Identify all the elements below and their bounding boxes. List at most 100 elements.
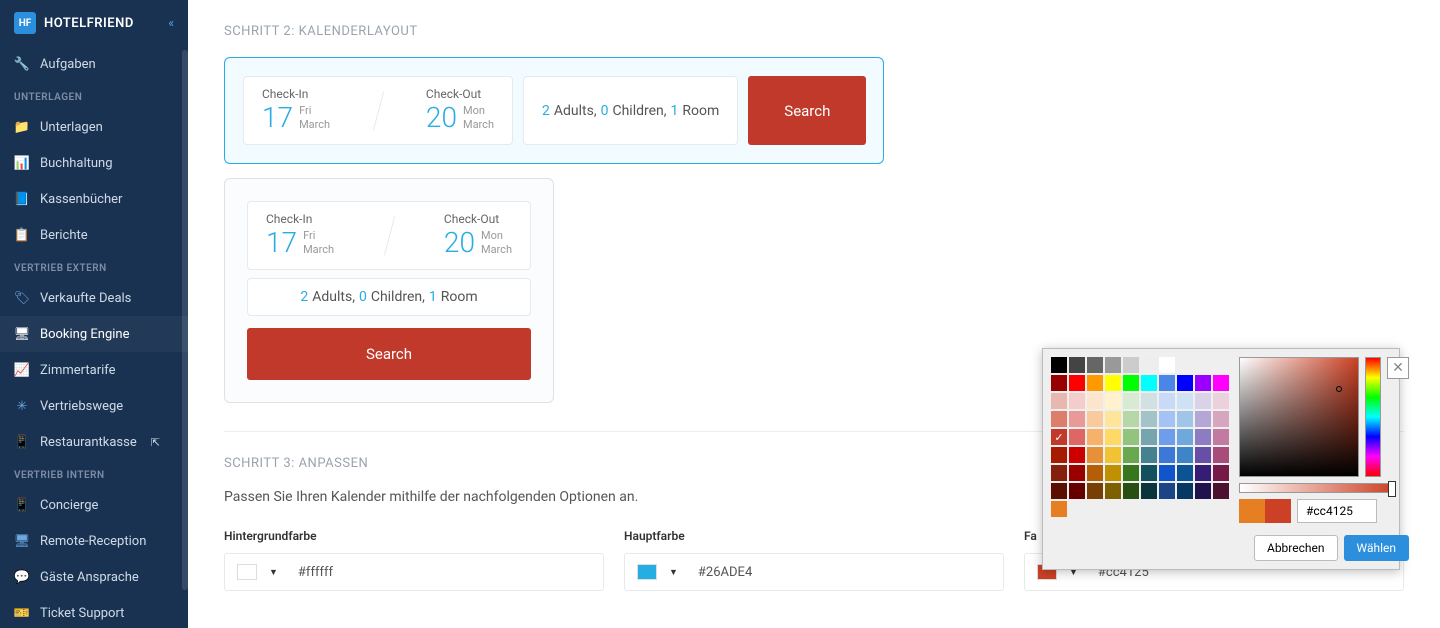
palette-cell[interactable] [1051, 465, 1067, 481]
guest-selector[interactable]: 2 Adults, 0 Children, 1 Room [523, 76, 738, 145]
palette-cell[interactable] [1159, 447, 1175, 463]
palette-cell[interactable] [1087, 465, 1103, 481]
palette-cell[interactable] [1141, 465, 1157, 481]
palette-cell[interactable] [1123, 465, 1139, 481]
sidebar-item-ticket-support[interactable]: 🎫Ticket Support [0, 595, 188, 628]
palette-cell[interactable] [1105, 465, 1121, 481]
palette-cell[interactable] [1195, 411, 1211, 427]
hue-slider[interactable] [1365, 357, 1381, 477]
sidebar-item-restaurantkasse[interactable]: 📱Restaurantkasse⇱ [0, 424, 188, 460]
sidebar-item-gaeste-ansprache[interactable]: 💬Gäste Ansprache [0, 559, 188, 595]
palette-cell[interactable] [1195, 375, 1211, 391]
palette-cell[interactable] [1123, 393, 1139, 409]
palette-cell[interactable] [1177, 447, 1193, 463]
palette-cell[interactable] [1177, 411, 1193, 427]
search-button[interactable]: Search [748, 76, 866, 145]
palette-cell[interactable] [1141, 357, 1157, 373]
palette-cell[interactable] [1105, 411, 1121, 427]
palette-cell[interactable] [1123, 483, 1139, 499]
palette-cell[interactable] [1141, 393, 1157, 409]
close-icon[interactable]: ✕ [1387, 357, 1409, 379]
palette-cell[interactable] [1087, 357, 1103, 373]
palette-cell[interactable] [1069, 465, 1085, 481]
sidebar-item-buchhaltung[interactable]: 📊Buchhaltung [0, 145, 188, 181]
hex-input[interactable] [1297, 499, 1377, 523]
palette-cell[interactable] [1213, 429, 1229, 445]
palette-cell[interactable] [1051, 429, 1067, 445]
sidebar-item-unterlagen[interactable]: 📁Unterlagen [0, 109, 188, 145]
palette-cell[interactable] [1213, 411, 1229, 427]
palette-cell[interactable] [1195, 465, 1211, 481]
palette-cell[interactable] [1069, 357, 1085, 373]
sidebar-item-booking-engine[interactable]: 🖥Booking Engine [0, 316, 188, 352]
sidebar-item-deals[interactable]: 🏷Verkaufte Deals [0, 280, 188, 316]
choose-button[interactable]: Wählen [1344, 535, 1410, 561]
palette-cell[interactable] [1051, 393, 1067, 409]
palette-cell[interactable] [1123, 447, 1139, 463]
search-button-v[interactable]: Search [247, 328, 531, 380]
palette-cell[interactable] [1141, 483, 1157, 499]
collapse-icon[interactable]: « [168, 16, 174, 30]
palette-cell[interactable] [1105, 483, 1121, 499]
date-picker[interactable]: Check-In 17 FriMarch Check-Out 20 MonMar… [243, 76, 513, 145]
sidebar-item-zimmertarife[interactable]: 📈Zimmertarife [0, 352, 188, 388]
palette-cell[interactable] [1069, 483, 1085, 499]
palette-cell[interactable] [1141, 411, 1157, 427]
palette-cell[interactable] [1123, 357, 1139, 373]
palette-cell[interactable] [1087, 483, 1103, 499]
alpha-slider[interactable] [1239, 483, 1395, 493]
sidebar-item-remote-reception[interactable]: 🖥Remote-Reception [0, 523, 188, 559]
gradient-selector[interactable] [1239, 357, 1359, 477]
palette-cell[interactable] [1069, 393, 1085, 409]
palette-cell[interactable] [1177, 429, 1193, 445]
palette-cell[interactable] [1123, 429, 1139, 445]
palette-cell[interactable] [1087, 393, 1103, 409]
palette-cell[interactable] [1213, 483, 1229, 499]
cancel-button[interactable]: Abbrechen [1254, 535, 1338, 561]
date-picker-v[interactable]: Check-In 17FriMarch Check-Out 20MonMarch [247, 201, 531, 270]
palette-cell[interactable] [1195, 393, 1211, 409]
sidebar-item-berichte[interactable]: 📋Berichte [0, 217, 188, 253]
palette-cell[interactable] [1141, 375, 1157, 391]
palette-cell[interactable] [1159, 393, 1175, 409]
palette-cell[interactable] [1051, 411, 1067, 427]
palette-cell[interactable] [1177, 465, 1193, 481]
palette-cell[interactable] [1177, 375, 1193, 391]
bg-color-input[interactable]: ▼ #ffffff [224, 553, 604, 591]
palette-cell[interactable] [1105, 393, 1121, 409]
palette-cell[interactable] [1213, 447, 1229, 463]
palette-cell[interactable] [1213, 393, 1229, 409]
palette-cell[interactable] [1069, 375, 1085, 391]
palette-cell[interactable] [1195, 483, 1211, 499]
guest-selector-v[interactable]: 2 Adults, 0 Children, 1 Room [247, 278, 531, 316]
palette-cell[interactable] [1141, 447, 1157, 463]
palette-cell[interactable] [1177, 483, 1193, 499]
palette-cell[interactable] [1087, 429, 1103, 445]
palette-cell[interactable] [1087, 375, 1103, 391]
palette-cell[interactable] [1069, 429, 1085, 445]
palette-cell[interactable] [1159, 465, 1175, 481]
palette-cell[interactable] [1087, 447, 1103, 463]
palette-cell[interactable] [1195, 447, 1211, 463]
palette-cell[interactable] [1195, 429, 1211, 445]
palette-cell[interactable] [1105, 447, 1121, 463]
palette-cell[interactable] [1051, 483, 1067, 499]
palette-cell[interactable] [1123, 411, 1139, 427]
palette-cell[interactable] [1051, 501, 1067, 517]
palette-cell[interactable] [1051, 447, 1067, 463]
palette-cell[interactable] [1087, 411, 1103, 427]
sidebar-item-concierge[interactable]: 📱Concierge [0, 487, 188, 523]
palette-cell[interactable] [1177, 393, 1193, 409]
palette-cell[interactable] [1213, 375, 1229, 391]
palette-cell[interactable] [1213, 465, 1229, 481]
palette-cell[interactable] [1159, 357, 1175, 373]
palette-cell[interactable] [1105, 357, 1121, 373]
palette-cell[interactable] [1159, 483, 1175, 499]
main-color-input[interactable]: ▼ #26ADE4 [624, 553, 1004, 591]
palette-cell[interactable] [1105, 375, 1121, 391]
sidebar-item-tasks[interactable]: 🔧 Aufgaben [0, 46, 188, 82]
palette-cell[interactable] [1105, 429, 1121, 445]
palette-cell[interactable] [1141, 429, 1157, 445]
palette-cell[interactable] [1069, 411, 1085, 427]
sidebar-item-vertriebswege[interactable]: ✳Vertriebswege [0, 388, 188, 424]
